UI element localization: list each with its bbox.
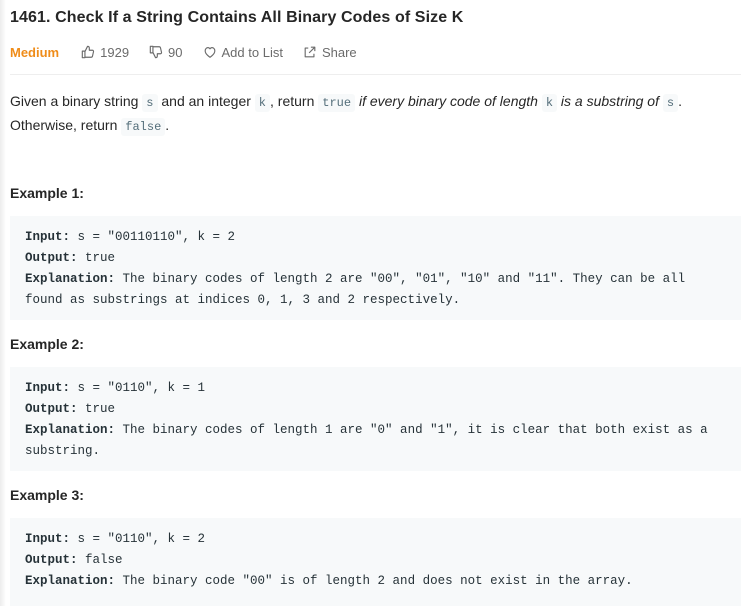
like-button[interactable]: 1929 <box>81 45 129 60</box>
output-label: Output: <box>25 402 78 416</box>
add-to-list-label: Add to List <box>221 44 283 60</box>
output-value: false <box>77 553 123 567</box>
statement-italic-text: is a substring of <box>557 93 663 109</box>
inline-code-k: k <box>541 94 558 112</box>
inline-code-s: s <box>662 94 679 112</box>
share-icon <box>304 46 316 58</box>
explanation-text: The binary codes of length 1 are "0" and… <box>25 423 716 458</box>
input-value: s = "0110", k = 2 <box>70 532 206 546</box>
example-block: Input: s = "0110", k = 2 Output: false E… <box>10 518 741 606</box>
example-block: Input: s = "0110", k = 1 Output: true Ex… <box>10 367 741 471</box>
input-label: Input: <box>25 381 71 395</box>
explanation-label: Explanation: <box>25 272 116 286</box>
add-to-list-button[interactable]: Add to List <box>203 45 283 60</box>
explanation-label: Explanation: <box>25 574 116 588</box>
inline-code-false: false <box>121 118 166 136</box>
output-value: true <box>77 402 116 416</box>
output-value: true <box>77 251 116 265</box>
left-panel-shadow <box>0 0 6 606</box>
inline-code-s: s <box>142 94 158 112</box>
statement-text: and an integer <box>157 93 255 109</box>
problem-statement: Given a binary string s and an integer k… <box>10 90 735 138</box>
explanation-text: The binary codes of length 2 are "00", "… <box>25 272 693 307</box>
inline-code-true: true <box>318 94 356 112</box>
output-label: Output: <box>25 553 78 567</box>
example-heading: Example 3: <box>10 487 84 503</box>
input-value: s = "0110", k = 1 <box>70 381 206 395</box>
problem-meta-bar: Medium 1929 90 Add to List Share <box>10 43 377 61</box>
input-label: Input: <box>25 230 71 244</box>
explanation-label: Explanation: <box>25 423 116 437</box>
share-label: Share <box>321 44 357 60</box>
example-block: Input: s = "00110110", k = 2 Output: tru… <box>10 216 741 320</box>
thumbs-down-icon <box>149 45 163 59</box>
statement-text: Otherwise, return <box>10 117 122 133</box>
example-heading: Example 2: <box>10 336 84 352</box>
example-heading: Example 1: <box>10 185 84 201</box>
divider <box>10 74 741 75</box>
thumbs-up-icon <box>81 45 95 59</box>
statement-text: Given a binary string <box>10 93 143 109</box>
input-label: Input: <box>25 532 71 546</box>
input-value: s = "00110110", k = 2 <box>70 230 236 244</box>
dislike-count: 90 <box>168 44 183 60</box>
difficulty-label: Medium <box>10 44 60 60</box>
output-label: Output: <box>25 251 78 265</box>
share-button[interactable]: Share <box>303 45 357 60</box>
statement-text: . <box>165 117 170 133</box>
dislike-button[interactable]: 90 <box>149 44 183 60</box>
explanation-text: The binary code "00" is of length 2 and … <box>115 574 633 588</box>
inline-code-k: k <box>254 94 270 112</box>
problem-title: 1461. Check If a String Contains All Bin… <box>10 9 464 26</box>
statement-text: , return <box>270 93 319 109</box>
like-count: 1929 <box>100 44 130 60</box>
statement-text: . <box>678 93 682 109</box>
statement-italic-text: if every binary code of length <box>355 93 542 109</box>
heart-icon <box>204 47 215 58</box>
